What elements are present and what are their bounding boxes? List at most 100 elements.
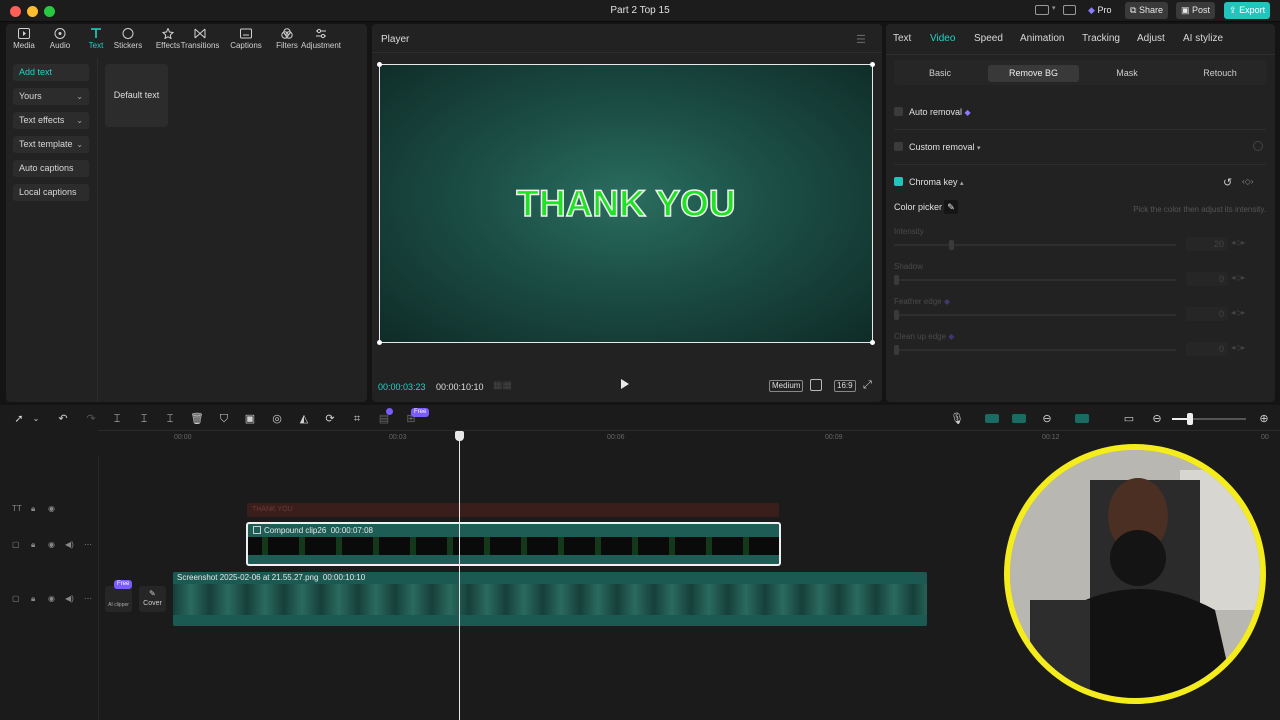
custom-removal-checkbox[interactable] xyxy=(894,142,903,151)
delete-icon[interactable]: 🗑 xyxy=(190,412,204,426)
quality-button[interactable]: Medium xyxy=(769,380,804,392)
main-video-clip[interactable]: Screenshot 2025-02-06 at 21.55.27.png 00… xyxy=(173,572,927,626)
tool-transitions[interactable]: Transitions xyxy=(180,28,220,50)
chevron-down-icon[interactable]: ⌄ xyxy=(29,412,43,426)
clean-up-edge-slider[interactable] xyxy=(894,345,1176,355)
nav-text-template[interactable]: Text template ⌄ xyxy=(13,136,89,153)
tool-captions[interactable]: Captions xyxy=(226,28,266,50)
tool-adjustment[interactable]: Adjustment xyxy=(301,28,341,50)
feather-edge-slider[interactable] xyxy=(894,310,1176,320)
eye-icon[interactable]: ◉ xyxy=(48,504,55,513)
slider-knob[interactable] xyxy=(949,240,954,250)
speaker-icon[interactable]: ◀) xyxy=(65,540,74,549)
share-button[interactable]: ⧉ Share xyxy=(1125,2,1168,19)
keyframe-icon[interactable]: ◂◇▸ xyxy=(1231,308,1245,317)
preview-axis-icon[interactable] xyxy=(1075,414,1089,423)
freeze-icon[interactable]: ▣ xyxy=(243,412,257,426)
lock-icon[interactable]: 🔒︎ xyxy=(31,504,35,514)
feather-edge-value[interactable]: 0 xyxy=(1186,307,1228,321)
keyframe-icon[interactable]: ◂◇▸ xyxy=(1231,343,1245,352)
text-clip[interactable]: THANK YOU xyxy=(247,503,779,517)
slider-knob[interactable] xyxy=(894,310,899,320)
chevron-down-icon[interactable]: ▾ xyxy=(1052,4,1056,12)
keyframe-icon[interactable]: ‹◇› xyxy=(1242,177,1253,186)
zoom-out-icon[interactable]: ⊖ xyxy=(1150,412,1164,426)
eyedropper-icon[interactable]: ✎ xyxy=(944,200,958,214)
resize-handle[interactable] xyxy=(870,340,875,345)
screen-icon[interactable]: ▭ xyxy=(1122,412,1136,426)
resize-handle[interactable] xyxy=(377,340,382,345)
tab-speed[interactable]: Speed xyxy=(974,33,1003,44)
slider-knob[interactable] xyxy=(894,275,899,285)
nav-text-effects[interactable]: Text effects ⌄ xyxy=(13,112,89,129)
pro-badge[interactable]: ◆ Pro xyxy=(1088,5,1111,16)
tab-video[interactable]: Video xyxy=(930,33,955,44)
auto-snap-icon[interactable] xyxy=(1012,414,1026,423)
clean-up-edge-value[interactable]: 0 xyxy=(1186,342,1228,356)
subtab-retouch[interactable]: Retouch xyxy=(1175,65,1265,82)
keyboard-icon[interactable] xyxy=(1063,5,1076,15)
ai-clipper-button[interactable]: AI clipper xyxy=(105,586,132,612)
video-preview[interactable]: THANK YOU xyxy=(377,62,875,345)
play-icon[interactable] xyxy=(621,379,629,389)
shield-icon[interactable]: ⛉ xyxy=(217,412,231,426)
select-tool-icon[interactable]: ➚ xyxy=(12,412,26,426)
resize-handle[interactable] xyxy=(377,62,382,67)
waveform-icon[interactable]: ▦▦ xyxy=(493,380,512,391)
snapshot-icon[interactable] xyxy=(810,379,822,391)
subtab-basic[interactable]: Basic xyxy=(895,65,985,82)
speaker-icon[interactable]: ◀) xyxy=(65,594,74,603)
lock-icon[interactable]: 🔒︎ xyxy=(31,594,35,604)
keyframe-icon[interactable]: ◂◇▸ xyxy=(1231,238,1245,247)
keyframe-icon[interactable]: ◂◇▸ xyxy=(1231,273,1245,282)
intensity-slider[interactable] xyxy=(894,240,1176,250)
tool-media[interactable]: Media xyxy=(4,28,44,50)
resize-handle[interactable] xyxy=(870,62,875,67)
shadow-slider[interactable] xyxy=(894,275,1176,285)
lock-icon[interactable]: 🔒︎ xyxy=(31,540,35,550)
main-track-magnet-icon[interactable] xyxy=(985,414,999,423)
auto-removal-checkbox[interactable] xyxy=(894,107,903,116)
reset-icon[interactable]: ↺ xyxy=(1223,176,1232,189)
tab-text[interactable]: Text xyxy=(893,33,911,44)
chroma-key-option[interactable]: Chroma key ▴ xyxy=(894,177,964,187)
shadow-value[interactable]: 0 xyxy=(1186,272,1228,286)
tab-ai-stylize[interactable]: AI stylize xyxy=(1183,33,1223,44)
eye-icon[interactable]: ◉ xyxy=(48,540,55,549)
zoom-slider[interactable] xyxy=(1172,413,1246,425)
custom-removal-option[interactable]: Custom removal ▾ xyxy=(894,142,981,152)
microphone-icon[interactable]: 🎙 xyxy=(950,412,964,426)
chroma-key-checkbox[interactable] xyxy=(894,177,903,186)
link-icon[interactable]: ⊖ xyxy=(1040,412,1054,426)
default-text-card[interactable]: Default text xyxy=(105,64,168,127)
ratio-button[interactable]: 16:9 xyxy=(834,380,856,392)
export-button[interactable]: ⇪ Export xyxy=(1224,2,1271,19)
more-icon[interactable]: ⋯ xyxy=(84,540,92,549)
nav-add-text[interactable]: Add text xyxy=(13,64,89,81)
speed-icon[interactable]: ◎ xyxy=(270,412,284,426)
subtab-mask[interactable]: Mask xyxy=(1082,65,1172,82)
tab-adjust[interactable]: Adjust xyxy=(1137,33,1165,44)
mirror-icon[interactable]: ◭ xyxy=(297,412,311,426)
eye-icon[interactable]: ◉ xyxy=(48,594,55,603)
playhead-handle[interactable] xyxy=(455,431,464,441)
nav-local-captions[interactable]: Local captions xyxy=(13,184,89,201)
tool-audio[interactable]: Audio xyxy=(40,28,80,50)
nav-yours[interactable]: Yours ⌄ xyxy=(13,88,89,105)
compound-clip[interactable]: Compound clip26 00:00:07:08 xyxy=(246,522,781,566)
slider-knob[interactable] xyxy=(894,345,899,355)
tab-tracking[interactable]: Tracking xyxy=(1082,33,1120,44)
subtab-remove-bg[interactable]: Remove BG xyxy=(988,65,1079,82)
post-button[interactable]: ▣ Post xyxy=(1176,2,1216,19)
undo-icon[interactable]: ↶ xyxy=(56,412,70,426)
playhead[interactable] xyxy=(459,437,460,720)
more-icon[interactable]: ⋯ xyxy=(84,594,92,603)
split-left-icon[interactable]: ⌶ xyxy=(137,412,151,426)
menu-icon[interactable]: ☰ xyxy=(856,33,866,46)
nav-auto-captions[interactable]: Auto captions xyxy=(13,160,89,177)
crop-icon[interactable]: ⌗ xyxy=(350,412,364,426)
layout-icon[interactable] xyxy=(1035,5,1049,15)
split-right-icon[interactable]: ⌶ xyxy=(163,412,177,426)
intensity-value[interactable]: 20 xyxy=(1186,237,1228,251)
redo-icon[interactable]: ↷ xyxy=(84,412,98,426)
